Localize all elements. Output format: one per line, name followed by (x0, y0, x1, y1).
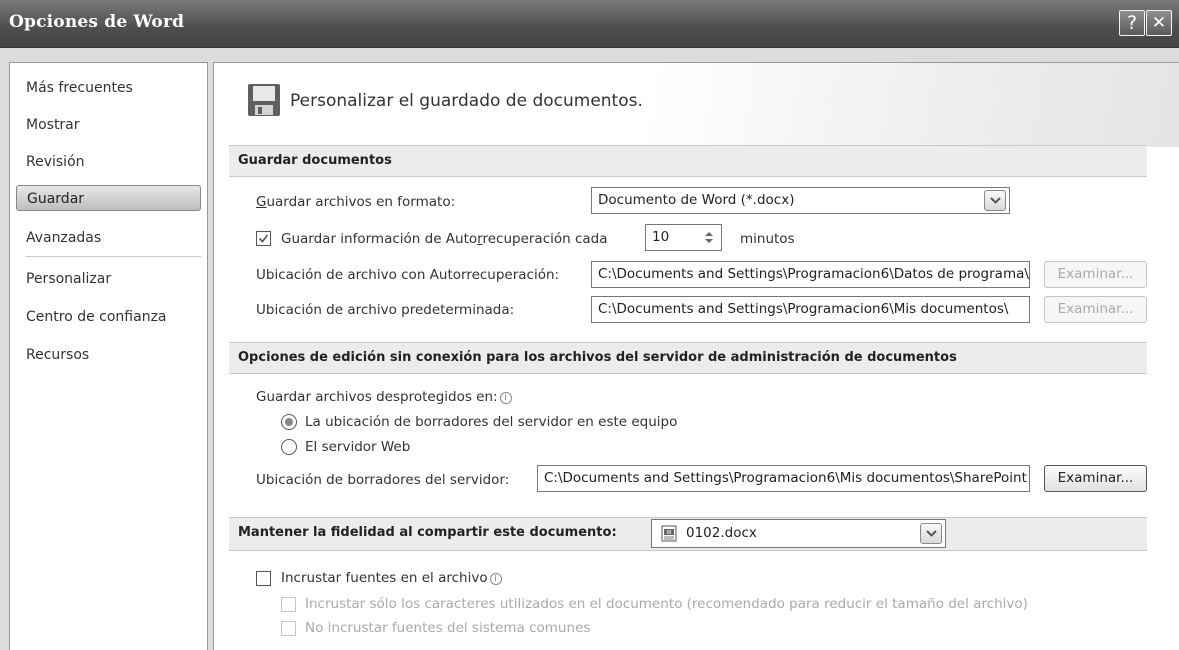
nav-item-personalizar[interactable]: Personalizar (26, 266, 111, 292)
dialog-body: Más frecuentes Mostrar Revisión Guardar … (0, 48, 1179, 650)
checkmark-icon (258, 234, 269, 243)
title-bar: Opciones de Word ? ✕ (0, 0, 1179, 48)
fidelity-document-value: 0102.docx (686, 525, 757, 541)
floppy-disk-icon (248, 84, 280, 116)
format-dropdown[interactable]: Documento de Word (*.docx) (591, 187, 1010, 214)
no-common-fonts-label: No incrustar fuentes del sistema comunes (305, 620, 591, 636)
info-icon: i (489, 573, 502, 585)
drafts-browse-button[interactable]: Examinar... (1044, 465, 1147, 492)
autorecover-label: Guardar información de Autorrecuperación… (281, 231, 608, 247)
options-panel: Personalizar el guardado de documentos. … (213, 62, 1179, 650)
format-label: Guardar archivos en formato: (256, 194, 456, 210)
info-icon: i (499, 392, 512, 404)
nav-item-revision[interactable]: Revisión (26, 149, 85, 175)
drafts-location-field[interactable]: C:\Documents and Settings\Programacion6\… (537, 465, 1030, 492)
radio-web-server[interactable] (281, 439, 297, 455)
embed-used-chars-checkbox[interactable] (281, 597, 296, 612)
panel-banner: Personalizar el guardado de documentos. (214, 63, 1179, 147)
format-label-text: uardar archivos en formato: (266, 194, 456, 210)
radio-local-drafts-label[interactable]: La ubicación de borradores del servidor … (305, 414, 677, 430)
radio-web-server-label[interactable]: El servidor Web (305, 439, 410, 455)
svg-text:W: W (667, 530, 672, 536)
options-nav: Más frecuentes Mostrar Revisión Guardar … (9, 62, 208, 650)
embed-used-chars-label: Incrustar sólo los caracteres utilizados… (305, 596, 1028, 612)
checked-in-location-label: Guardar archivos desprotegidos en: i (256, 389, 512, 405)
nav-item-recursos[interactable]: Recursos (26, 342, 89, 368)
nav-item-mostrar[interactable]: Mostrar (26, 112, 80, 138)
fidelity-heading: Mantener la fidelidad al compartir este … (238, 525, 617, 540)
drafts-location-label: Ubicación de borradores del servidor: (256, 472, 510, 488)
autorecover-minutes-stepper[interactable]: 10 (645, 224, 722, 251)
fidelity-document-dropdown[interactable]: W 0102.docx (651, 519, 946, 548)
spin-arrows-icon[interactable] (703, 229, 715, 246)
radio-selected-dot (285, 418, 293, 426)
chevron-down-icon[interactable] (984, 190, 1006, 211)
autorecover-minutes-value: 10 (652, 229, 670, 245)
autorecover-location-label: Ubicación de archivo con Autorrecuperaci… (256, 267, 560, 283)
nav-item-avanzadas[interactable]: Avanzadas (26, 225, 101, 251)
window-title: Opciones de Word (9, 12, 185, 32)
minutes-label: minutos (740, 231, 795, 247)
nav-item-guardar[interactable]: Guardar (16, 185, 201, 211)
nav-item-mas-frecuentes[interactable]: Más frecuentes (26, 75, 133, 101)
help-button[interactable]: ? (1119, 10, 1145, 36)
word-document-icon: W (661, 525, 677, 542)
autorecover-browse-button[interactable]: Examinar... (1044, 261, 1147, 288)
radio-local-drafts[interactable] (281, 414, 297, 430)
autorecover-checkbox[interactable] (256, 231, 271, 246)
default-browse-button[interactable]: Examinar... (1044, 296, 1147, 323)
nav-item-centro-de-confianza[interactable]: Centro de confianza (26, 304, 167, 330)
autorecover-location-field[interactable]: C:\Documents and Settings\Programacion6\… (591, 261, 1030, 288)
default-location-field[interactable]: C:\Documents and Settings\Programacion6\… (591, 296, 1030, 323)
section-header-offline: Opciones de edición sin conexión para lo… (229, 342, 1147, 374)
chevron-down-icon[interactable] (920, 523, 942, 544)
default-location-label: Ubicación de archivo predeterminada: (256, 302, 515, 318)
embed-fonts-checkbox[interactable] (256, 571, 271, 586)
embed-fonts-label: Incrustar fuentes en el archivo i (281, 570, 502, 586)
no-common-fonts-checkbox[interactable] (281, 621, 296, 636)
format-dropdown-value: Documento de Word (*.docx) (598, 192, 795, 208)
section-header-save: Guardar documentos (229, 145, 1147, 177)
nav-separator (26, 256, 201, 257)
page-title: Personalizar el guardado de documentos. (290, 91, 643, 111)
close-button[interactable]: ✕ (1146, 10, 1172, 36)
